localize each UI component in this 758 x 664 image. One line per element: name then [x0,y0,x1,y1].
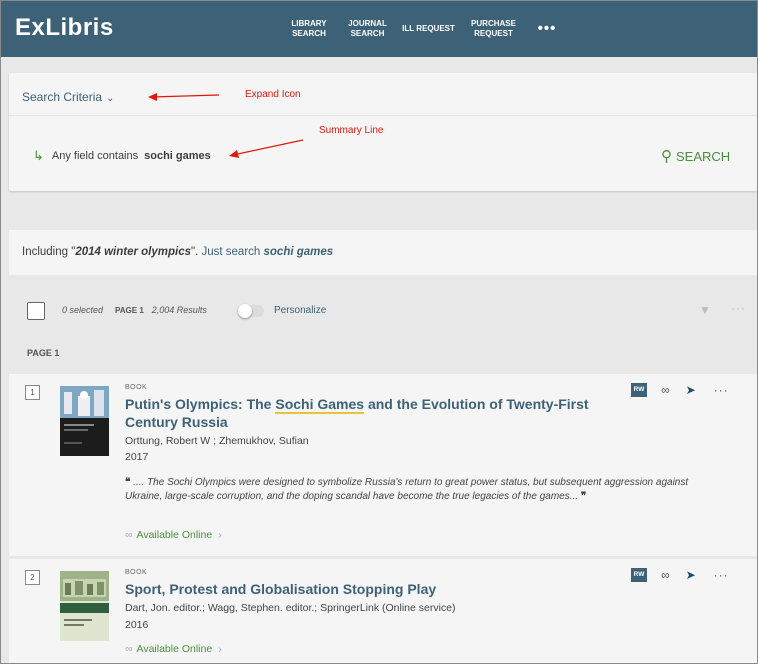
expand-arrowhead [148,93,157,101]
refworks-icon[interactable]: RW [631,383,647,397]
app-frame: ExLibris LIBRARY SEARCH JOURNAL SEARCH I… [0,0,758,664]
more-options-icon[interactable]: ··· [714,568,729,582]
result-number: 1 [25,385,40,400]
result-year: 2017 [125,451,149,463]
available-online-link[interactable]: ∞ Available Online › [125,529,222,541]
including-banner: Including "2014 winter olympics". Just s… [9,230,757,275]
permalink-icon[interactable]: ∞ [661,568,670,582]
results-toolbar: 0 selected PAGE 1 2,004 Results Personaliz… [1,291,757,331]
result-number: 2 [25,570,40,585]
chevron-right-icon: › [218,529,222,541]
annotation-expand-icon: Expand Icon [245,89,301,100]
permalink-icon[interactable]: ∞ [661,383,670,397]
pin-icon[interactable]: ➤ [686,568,696,582]
link-icon: ∞ [125,529,133,541]
quote-open-icon: ❝ [125,477,131,488]
result-authors: Dart, Jon. editor.; Wagg, Stephen. edito… [125,602,456,614]
book-cover-thumbnail[interactable] [60,386,109,456]
personalize-toggle[interactable] [238,304,264,318]
result-authors: Orttung, Robert W ; Zhemukhov, Sufian [125,435,309,447]
result-card[interactable]: 2 BOOK Sport, Protest and Globalisation … [9,559,757,663]
book-cover-thumbnail[interactable] [60,571,109,641]
page-label: PAGE 1 [27,348,60,358]
result-year: 2016 [125,619,149,631]
result-snippet: ❝ .... The Sochi Olympics were designed … [125,477,689,502]
result-title[interactable]: Putin's Olympics: The Sochi Games and th… [125,395,645,431]
result-card[interactable]: 1 BOOK Putin's Olympics: The Sochi Games… [9,374,757,556]
summary-annotation-arrow [232,139,304,156]
more-options-icon[interactable]: ··· [731,301,746,315]
results-meta: 0 selected PAGE 1 2,004 Results [62,305,207,315]
refworks-icon[interactable]: RW [631,568,647,582]
annotation-arrows [148,93,304,158]
annotation-summary-line: Summary Line [319,125,384,136]
pin-icon[interactable]: ➤ [686,383,696,397]
pin-icon[interactable]: ▼ [699,303,711,317]
result-title[interactable]: Sport, Protest and Globalisation Stoppin… [125,580,645,598]
toggle-knob [238,304,252,318]
result-actions: RW ∞ ➤ ··· [631,568,729,582]
select-all-checkbox[interactable] [27,302,45,320]
result-actions: RW ∞ ➤ ··· [631,383,729,397]
available-online-link[interactable]: ∞ Available Online › [125,643,222,655]
result-type: BOOK [125,569,148,576]
personalize-label[interactable]: Personalize [274,305,326,316]
quote-close-icon: ❞ [580,491,587,502]
just-search-link[interactable]: Just search sochi games [202,246,334,258]
expand-annotation-arrow [150,94,220,98]
link-icon: ∞ [125,643,133,655]
summary-arrowhead [229,150,239,158]
result-type: BOOK [125,384,148,391]
chevron-right-icon: › [218,643,222,655]
more-options-icon[interactable]: ··· [714,383,729,397]
